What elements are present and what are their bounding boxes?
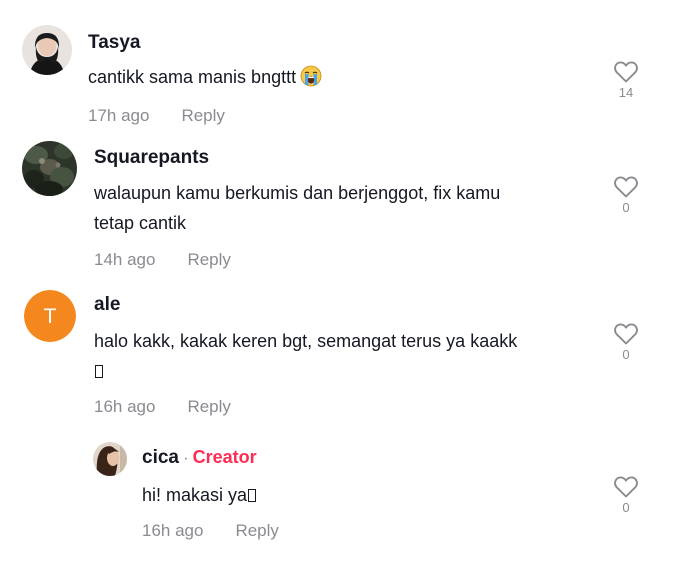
loudly-crying-face-icon xyxy=(300,65,322,87)
comment-text-line: walaupun kamu berkumis dan berjenggot, f… xyxy=(94,183,501,203)
reply-meta: 16h ago Reply xyxy=(142,521,279,541)
missing-glyph-icon xyxy=(95,365,103,378)
comment-timestamp: 14h ago xyxy=(94,250,156,269)
comment-text: walaupun kamu berkumis dan berjenggot, f… xyxy=(94,178,500,238)
comment-text-line: halo kakk, kakak keren bgt, semangat ter… xyxy=(94,331,518,351)
comment-timestamp: 17h ago xyxy=(88,106,150,125)
like-count: 0 xyxy=(622,347,630,362)
like-button[interactable]: 14 xyxy=(610,60,642,100)
reply-timestamp: 16h ago xyxy=(142,521,204,540)
avatar-initial: T xyxy=(44,305,57,328)
comment-meta: 14h ago Reply xyxy=(94,250,231,270)
avatar[interactable] xyxy=(93,442,127,476)
comment-text: cantikk sama manis bngttt xyxy=(88,62,322,92)
comment-author[interactable]: Tasya xyxy=(88,32,140,54)
like-count: 14 xyxy=(618,85,634,100)
comment-text-line: cantikk sama manis bngttt xyxy=(88,67,297,87)
comment-meta: 16h ago Reply xyxy=(94,397,231,417)
reply-text: hi! makasi ya xyxy=(142,480,257,510)
heart-outline-icon xyxy=(614,476,638,498)
creator-badge: Creator xyxy=(192,447,257,467)
comment-timestamp: 16h ago xyxy=(94,397,156,416)
creator-separator: · xyxy=(182,448,189,467)
reply-button[interactable]: Reply xyxy=(235,521,278,540)
reply-button[interactable]: Reply xyxy=(187,250,230,269)
heart-outline-icon xyxy=(614,176,638,198)
avatar[interactable] xyxy=(22,141,77,196)
like-count: 0 xyxy=(622,500,630,515)
comment-meta: 17h ago Reply xyxy=(88,106,225,126)
like-button[interactable]: 0 xyxy=(610,475,642,515)
avatar[interactable] xyxy=(22,25,72,75)
comment-author[interactable]: ale xyxy=(94,294,120,316)
like-count: 0 xyxy=(622,200,630,215)
missing-glyph-icon xyxy=(248,489,257,502)
comment-text-line: tetap cantik xyxy=(94,213,187,233)
heart-outline-icon xyxy=(614,323,638,345)
comment-text-line xyxy=(94,356,517,386)
like-button[interactable]: 0 xyxy=(610,175,642,215)
reply-author: cica · Creator xyxy=(142,447,257,469)
comment-text: halo kakk, kakak keren bgt, semangat ter… xyxy=(94,326,517,386)
reply-button[interactable]: Reply xyxy=(187,397,230,416)
reply-text-line: hi! makasi ya xyxy=(142,485,248,505)
like-button[interactable]: 0 xyxy=(610,322,642,362)
heart-outline-icon xyxy=(614,61,638,83)
avatar[interactable]: T xyxy=(24,290,76,342)
comment-author[interactable]: Squarepants xyxy=(94,147,209,169)
reply-author-name[interactable]: cica xyxy=(142,447,179,468)
reply-button[interactable]: Reply xyxy=(181,106,224,125)
